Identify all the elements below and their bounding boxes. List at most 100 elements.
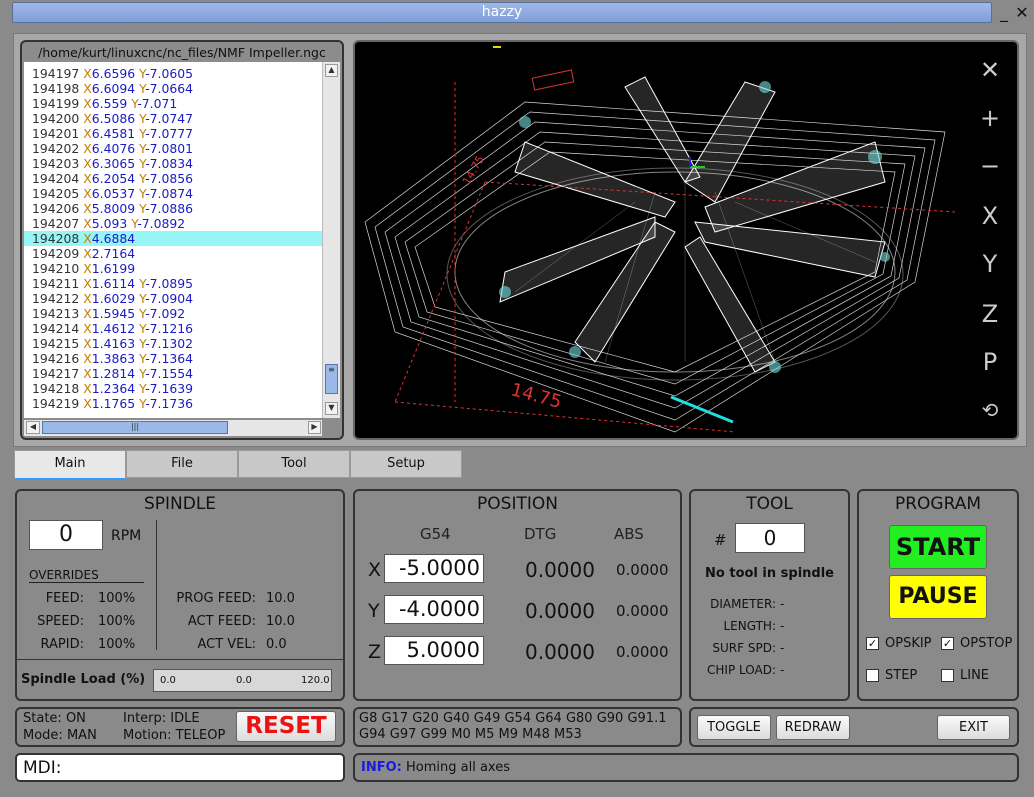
tab-file[interactable]: File	[126, 450, 238, 478]
mdi-field[interactable]: MDI:	[15, 753, 345, 782]
gcode-vertical-scrollbar[interactable]: ▲ ≡ ▼	[322, 62, 340, 418]
zoom-out-icon[interactable]: −	[975, 152, 1005, 180]
gcode-line[interactable]: 194217 X1.2814 Y-7.1554	[24, 366, 322, 381]
view-x-button[interactable]: X	[975, 202, 1005, 230]
line-checkbox[interactable]	[941, 669, 954, 682]
view-p-button[interactable]: P	[975, 348, 1005, 376]
redraw-button[interactable]: REDRAW	[776, 715, 850, 740]
state-value: ON	[65, 711, 86, 726]
gcode-file-path: /home/kurt/linuxcnc/nc_files/NMF Impelle…	[38, 45, 326, 60]
axis-x-dtg: 0.0000	[525, 558, 595, 582]
diameter-label: DIAMETER:	[710, 597, 776, 611]
gcode-horizontal-scrollbar[interactable]: ◀ ||| ▶	[24, 420, 322, 436]
gcode-line[interactable]: 194198 X6.6094 Y-7.0664	[24, 81, 322, 96]
gcode-line[interactable]: 194215 X1.4163 Y-7.1302	[24, 336, 322, 351]
axis-z-g54[interactable]: 5.0000	[384, 636, 484, 665]
gcode-line[interactable]: 194202 X6.4076 Y-7.0801	[24, 141, 322, 156]
gcode-line[interactable]: 194213 X1.5945 Y-7.092	[24, 306, 322, 321]
tools-icon[interactable]: ✕	[975, 56, 1005, 84]
gcode-line[interactable]: 194212 X1.6029 Y-7.0904	[24, 291, 322, 306]
scroll-left-icon[interactable]: ◀	[26, 421, 40, 434]
act-feed-label: ACT FEED:	[187, 614, 256, 629]
tab-setup[interactable]: Setup	[350, 450, 462, 478]
axis-z-dtg: 0.0000	[525, 640, 595, 664]
gcode-x-letter: X	[83, 231, 92, 246]
gcode-x-letter: X	[83, 141, 92, 156]
minimize-button[interactable]: _	[994, 2, 1014, 23]
gcode-x-letter: X	[83, 366, 92, 381]
tool-number-input[interactable]: 0	[735, 523, 805, 553]
gcode-x-value: 1.3863	[91, 351, 136, 366]
scroll-thumb[interactable]: ≡	[325, 364, 338, 394]
gcode-line[interactable]: 194208 X4.6884	[24, 231, 322, 246]
chip-load-label: CHIP LOAD:	[707, 663, 776, 677]
gcode-line[interactable]: 194197 X6.6596 Y-7.0605	[24, 66, 322, 81]
scroll-down-icon[interactable]: ▼	[325, 402, 338, 415]
tab-tool[interactable]: Tool	[238, 450, 350, 478]
gcode-line[interactable]: 194216 X1.3863 Y-7.1364	[24, 351, 322, 366]
gcode-line[interactable]: 194205 X6.0537 Y-7.0874	[24, 186, 322, 201]
gcode-x-value: 1.2364	[91, 381, 136, 396]
scroll-right-icon[interactable]: ▶	[308, 421, 321, 434]
mdi-label: MDI:	[23, 758, 62, 778]
gcode-line[interactable]: 194203 X6.3065 Y-7.0834	[24, 156, 322, 171]
gcode-y-value: -7.0886	[145, 201, 194, 216]
opskip-checkbox[interactable]: ✓	[866, 637, 879, 650]
gcode-line[interactable]: 194210 X1.6199	[24, 261, 322, 276]
hscroll-thumb[interactable]: |||	[42, 421, 228, 434]
axis-x-label: X	[368, 559, 382, 581]
gcode-x-letter: X	[83, 336, 92, 351]
start-button[interactable]: START	[889, 525, 987, 569]
gcode-list[interactable]: 194197 X6.6596 Y-7.0605 194198 X6.6094 Y-…	[24, 62, 322, 418]
gcode-line-number: 194204	[32, 171, 80, 186]
gcode-line[interactable]: 194201 X6.4581 Y-7.0777	[24, 126, 322, 141]
spindle-load-bar: 0.0 0.0 120.0	[153, 669, 332, 692]
gcode-line[interactable]: 194199 X6.559 Y-7.071	[24, 96, 322, 111]
opstop-checkbox[interactable]: ✓	[941, 637, 954, 650]
pause-button[interactable]: PAUSE	[889, 575, 987, 619]
gcode-line[interactable]: 194204 X6.2054 Y-7.0856	[24, 171, 322, 186]
tool-hash: #	[714, 531, 727, 549]
gcode-y-value: -7.0801	[145, 141, 194, 156]
gcode-line-number: 194215	[32, 336, 80, 351]
gcode-line[interactable]: 194209 X2.7164	[24, 246, 322, 261]
toolpath-viewer[interactable]: 14.75 14.75 ✕ + − X Y Z P ⟲	[353, 40, 1019, 440]
rotate-icon[interactable]: ⟲	[975, 398, 1005, 422]
gcode-x-letter: X	[83, 216, 92, 231]
scroll-up-icon[interactable]: ▲	[325, 64, 338, 77]
length-value: -	[780, 619, 785, 633]
close-button[interactable]: ✕	[1012, 2, 1032, 23]
gcode-x-letter: X	[83, 96, 92, 111]
gcode-line[interactable]: 194218 X1.2364 Y-7.1639	[24, 381, 322, 396]
gcode-x-letter: X	[83, 381, 92, 396]
axis-x-g54[interactable]: -5.0000	[384, 554, 484, 583]
prog-feed-value: 10.0	[266, 591, 295, 606]
gcode-line[interactable]: 194207 X5.093 Y-7.0892	[24, 216, 322, 231]
toggle-button[interactable]: TOGGLE	[697, 715, 771, 740]
tab-main[interactable]: Main	[14, 450, 126, 480]
gcode-y-value: -7.0664	[145, 81, 194, 96]
zoom-in-icon[interactable]: +	[975, 104, 1005, 132]
reset-button[interactable]: RESET	[236, 711, 336, 742]
axis-y-abs: 0.0000	[616, 602, 669, 620]
gcode-line[interactable]: 194211 X1.6114 Y-7.0895	[24, 276, 322, 291]
gcode-y-value: -7.0904	[145, 291, 194, 306]
axis-y-g54[interactable]: -4.0000	[384, 595, 484, 624]
window-title-bar[interactable]: hazzy	[12, 2, 992, 23]
gcode-line[interactable]: 194206 X5.8009 Y-7.0886	[24, 201, 322, 216]
gcode-x-value: 6.4076	[91, 141, 136, 156]
view-z-button[interactable]: Z	[975, 300, 1005, 328]
gcode-x-value: 6.6094	[91, 81, 136, 96]
gcode-line[interactable]: 194200 X6.5086 Y-7.0747	[24, 111, 322, 126]
gcode-line[interactable]: 194214 X1.4612 Y-7.1216	[24, 321, 322, 336]
exit-button[interactable]: EXIT	[937, 715, 1010, 740]
gcode-x-letter: X	[83, 306, 92, 321]
step-checkbox[interactable]	[866, 669, 879, 682]
view-y-button[interactable]: Y	[975, 250, 1005, 278]
gcode-y-value: -7.092	[145, 306, 186, 321]
col-abs: ABS	[614, 525, 644, 543]
rpm-unit: RPM	[111, 528, 142, 544]
gcode-line-number: 194217	[32, 366, 80, 381]
gcode-x-value: 6.5086	[91, 111, 136, 126]
gcode-line[interactable]: 194219 X1.1765 Y-7.1736	[24, 396, 322, 411]
